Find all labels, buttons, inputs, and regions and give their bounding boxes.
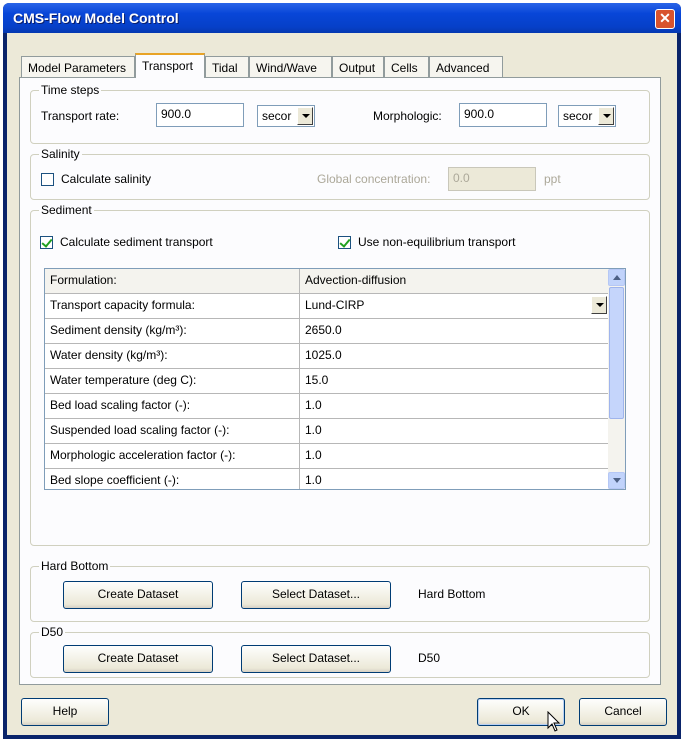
window-title: CMS-Flow Model Control	[13, 10, 179, 26]
global-concentration-input[interactable]: 0.0	[448, 167, 536, 191]
d50-label: D50	[39, 625, 66, 639]
hard-bottom-label: Hard Bottom	[39, 559, 111, 573]
d50-group: D50 Create Dataset Select Dataset... D50	[30, 625, 650, 678]
d50-select-button[interactable]: Select Dataset...	[241, 645, 391, 673]
property-value-input[interactable]: 1.0	[300, 419, 609, 443]
nonequilibrium-checkbox[interactable]	[338, 236, 351, 249]
hard-bottom-select-button[interactable]: Select Dataset...	[241, 581, 391, 609]
dialog-client: Model Parameters Transport Tidal Wind/Wa…	[7, 33, 677, 735]
property-name: Water density (kg/m³):	[45, 344, 300, 368]
property-value-input[interactable]: 15.0	[300, 369, 609, 393]
d50-dataset-name: D50	[418, 651, 441, 665]
chevron-down-icon[interactable]	[591, 296, 607, 314]
transport-rate-unit-select[interactable]: secor	[257, 105, 315, 127]
transport-rate-unit-value: secor	[262, 109, 292, 123]
formulation-label: Formulation:	[45, 269, 300, 293]
dialog-window: CMS-Flow Model Control ✕ Model Parameter…	[3, 3, 681, 739]
salinity-group: Salinity Calculate salinity Global conce…	[30, 147, 650, 200]
hard-bottom-create-button[interactable]: Create Dataset	[63, 581, 213, 609]
grid-header-row: Formulation: Advection-diffusion	[45, 269, 609, 294]
tab-wind-wave[interactable]: Wind/Wave	[249, 56, 332, 77]
property-name: Water temperature (deg C):	[45, 369, 300, 393]
property-value-input[interactable]: 1.0	[300, 444, 609, 468]
property-name: Bed slope coefficient (-):	[45, 469, 300, 489]
property-value-input[interactable]: 2650.0	[300, 319, 609, 343]
property-name: Sediment density (kg/m³):	[45, 319, 300, 343]
calculate-sediment-label: Calculate sediment transport	[60, 235, 213, 249]
salinity-label: Salinity	[39, 147, 82, 161]
mouse-cursor-icon	[547, 711, 561, 732]
scroll-thumb[interactable]	[609, 287, 624, 419]
scroll-down-arrow-icon[interactable]	[608, 472, 625, 489]
chevron-down-icon[interactable]	[598, 107, 614, 125]
table-row[interactable]: Transport capacity formula: Lund-CIRP	[45, 294, 609, 319]
title-bar[interactable]: CMS-Flow Model Control ✕	[3, 3, 681, 33]
tab-cells[interactable]: Cells	[384, 56, 429, 77]
tab-transport[interactable]: Transport	[135, 53, 205, 78]
transport-tab-page: Time steps Transport rate: 900.0 secor M…	[19, 77, 661, 685]
formulation-value: Advection-diffusion	[300, 269, 609, 293]
calculate-salinity-label: Calculate salinity	[61, 172, 152, 186]
property-value-input[interactable]: 1025.0	[300, 344, 609, 368]
hard-bottom-group: Hard Bottom Create Dataset Select Datase…	[30, 559, 650, 622]
calculate-salinity-checkbox[interactable]	[41, 173, 54, 186]
morphologic-unit-value: secor	[563, 109, 593, 123]
ppt-unit-label: ppt	[544, 172, 561, 186]
table-row[interactable]: Water temperature (deg C): 15.0	[45, 369, 609, 394]
property-name: Transport capacity formula:	[45, 294, 300, 318]
table-row[interactable]: Water density (kg/m³): 1025.0	[45, 344, 609, 369]
close-button[interactable]: ✕	[655, 9, 675, 29]
nonequilibrium-label: Use non-equilibrium transport	[358, 235, 516, 249]
tab-advanced[interactable]: Advanced	[429, 56, 503, 77]
table-row[interactable]: Bed slope coefficient (-): 1.0	[45, 469, 609, 489]
time-steps-label: Time steps	[39, 83, 102, 97]
table-row[interactable]: Suspended load scaling factor (-): 1.0	[45, 419, 609, 444]
d50-create-button[interactable]: Create Dataset	[63, 645, 213, 673]
property-name: Morphologic acceleration factor (-):	[45, 444, 300, 468]
time-steps-group: Time steps Transport rate: 900.0 secor M…	[30, 83, 650, 144]
calculate-sediment-checkbox[interactable]	[40, 236, 53, 249]
table-row[interactable]: Morphologic acceleration factor (-): 1.0	[45, 444, 609, 469]
property-name: Suspended load scaling factor (-):	[45, 419, 300, 443]
morphologic-label: Morphologic:	[373, 109, 442, 123]
tab-model-parameters[interactable]: Model Parameters	[21, 56, 135, 77]
property-value-input[interactable]: 1.0	[300, 469, 609, 489]
tab-tidal[interactable]: Tidal	[205, 56, 249, 77]
morphologic-input[interactable]: 900.0	[459, 103, 547, 127]
hard-bottom-dataset-name: Hard Bottom	[418, 587, 486, 601]
property-value-input[interactable]: 1.0	[300, 394, 609, 418]
cancel-button[interactable]: Cancel	[579, 698, 667, 726]
tab-output[interactable]: Output	[332, 56, 384, 77]
table-row[interactable]: Bed load scaling factor (-): 1.0	[45, 394, 609, 419]
global-concentration-label: Global concentration:	[317, 172, 431, 186]
scroll-up-arrow-icon[interactable]	[608, 269, 625, 286]
transport-capacity-select[interactable]: Lund-CIRP	[300, 294, 609, 318]
grid-scrollbar[interactable]	[608, 269, 625, 489]
property-name: Bed load scaling factor (-):	[45, 394, 300, 418]
transport-rate-input[interactable]: 900.0	[156, 103, 244, 127]
table-row[interactable]: Sediment density (kg/m³): 2650.0	[45, 319, 609, 344]
sediment-label: Sediment	[39, 203, 94, 217]
help-button[interactable]: Help	[21, 698, 109, 726]
sediment-property-grid: Formulation: Advection-diffusion Transpo…	[44, 268, 626, 490]
transport-rate-label: Transport rate:	[41, 109, 120, 123]
chevron-down-icon[interactable]	[297, 107, 313, 125]
morphologic-unit-select[interactable]: secor	[558, 105, 616, 127]
